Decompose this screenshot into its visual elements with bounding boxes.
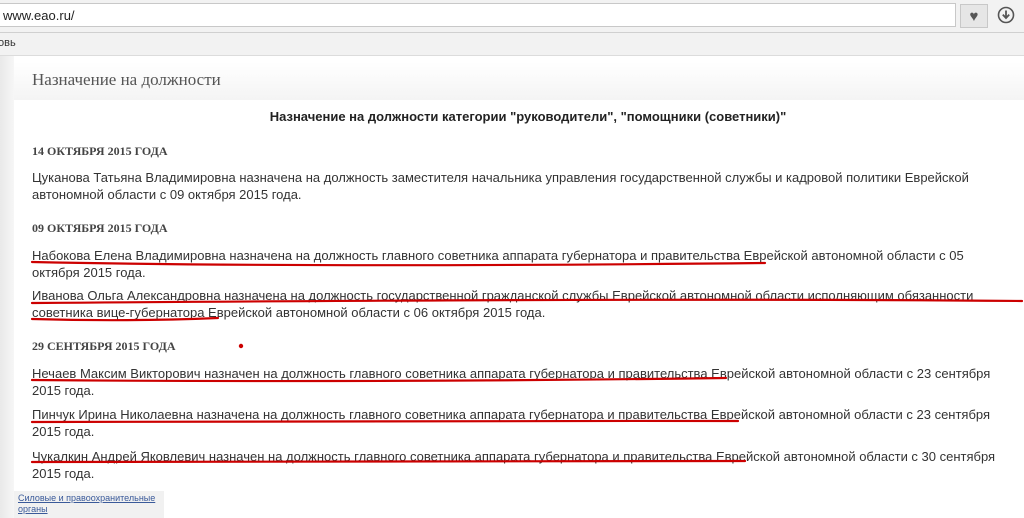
- sidebar-link-security-agencies[interactable]: Силовые и правоохранительные органы: [14, 491, 164, 518]
- section-date: 14 ОКТЯБРЯ 2015 ГОДА: [32, 144, 168, 158]
- address-bar: www.eao.ru/ ♥: [0, 0, 1024, 33]
- appointment-entry: Нечаев Максим Викторович назначен на дол…: [32, 366, 991, 398]
- section-date: 09 ОКТЯБРЯ 2015 ГОДА: [32, 221, 168, 235]
- sidebar-link-label[interactable]: Силовые и правоохранительные органы: [14, 491, 164, 515]
- bookmark-item[interactable]: овь: [0, 37, 16, 49]
- page-subtitle: Назначение на должности категории "руков…: [269, 109, 787, 124]
- page-title: Назначение на должности: [32, 70, 221, 89]
- download-icon: [997, 6, 1015, 24]
- heart-icon: ♥: [969, 7, 979, 25]
- appointment-entry: Цуканова Татьяна Владимировна назначена …: [32, 170, 969, 202]
- url-text: www.eao.ru/: [3, 8, 75, 23]
- favorite-button[interactable]: ♥: [960, 4, 988, 28]
- appointment-entry: Пинчук Ирина Николаевна назначена на дол…: [32, 407, 991, 439]
- appointment-entry: Чукалкин Андрей Яковлевич назначен на до…: [32, 449, 996, 481]
- appointment-entry: Набокова Елена Владимировна назначена на…: [32, 248, 964, 280]
- bookmarks-bar: овь: [0, 33, 1024, 56]
- download-button[interactable]: [996, 5, 1016, 25]
- appointment-entry: Иванова Ольга Александровна назначена на…: [32, 288, 974, 320]
- left-sidebar-edge: [0, 56, 14, 518]
- section-date: 29 СЕНТЯБРЯ 2015 ГОДА: [32, 339, 176, 353]
- url-field[interactable]: www.eao.ru/: [0, 3, 956, 27]
